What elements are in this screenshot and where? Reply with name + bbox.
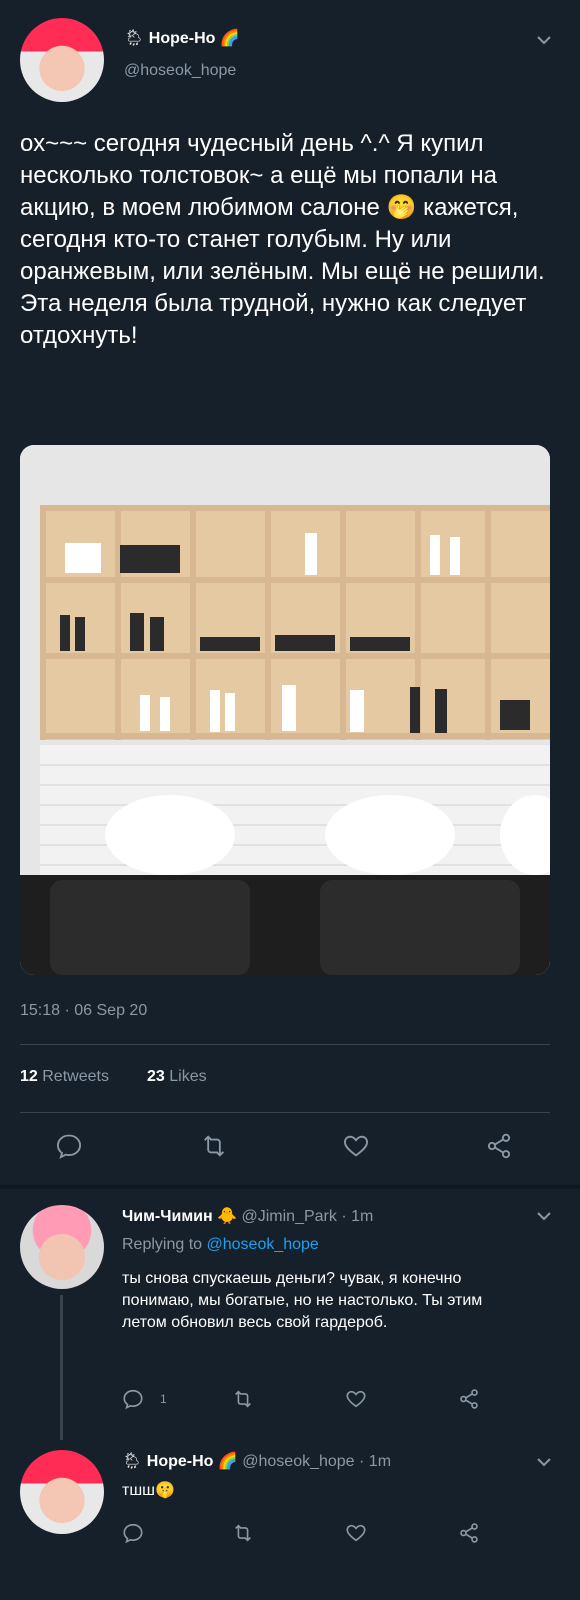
avatar[interactable] xyxy=(20,1205,104,1289)
likes-count: 23 xyxy=(147,1068,165,1085)
share-icon[interactable] xyxy=(458,1388,480,1410)
retweet-icon[interactable] xyxy=(232,1388,254,1410)
thread-line xyxy=(60,1295,63,1440)
reply-author[interactable]: 🌦 Hope-Ho 🌈 @hoseok_hope · 1m xyxy=(122,1451,391,1471)
reply-icon[interactable] xyxy=(55,1132,83,1160)
chick-emoji: 🐥 xyxy=(217,1208,238,1225)
rainbow-emoji: 🌈 xyxy=(219,30,240,47)
chevron-down-icon[interactable] xyxy=(534,1206,554,1226)
section-divider xyxy=(0,1185,580,1189)
avatar[interactable] xyxy=(20,18,104,102)
replying-handle-link[interactable]: @hoseok_hope xyxy=(207,1236,319,1253)
divider xyxy=(20,1044,550,1045)
share-icon[interactable] xyxy=(458,1522,480,1544)
reply-author[interactable]: Чим-Чимин 🐥 @Jimin_Park · 1m xyxy=(122,1206,373,1226)
chevron-down-icon[interactable] xyxy=(534,1452,554,1472)
divider xyxy=(20,1112,550,1113)
share-icon[interactable] xyxy=(485,1132,513,1160)
like-icon[interactable] xyxy=(342,1132,370,1160)
retweets-label: Retweets xyxy=(42,1068,109,1085)
likes-stat[interactable]: 23 Likes xyxy=(147,1068,207,1086)
tweet-photo[interactable] xyxy=(20,445,550,975)
author-name[interactable]: 🌦 Hope-Ho 🌈 xyxy=(124,28,240,48)
tweet-text: ох~~~ сегодня чудесный день ^.^ Я купил … xyxy=(20,130,545,349)
tweet-timestamp[interactable]: 15:18 · 06 Sep 20 xyxy=(20,1002,147,1020)
replying-to: Replying to @hoseok_hope xyxy=(122,1236,319,1253)
avatar[interactable] xyxy=(20,1450,104,1534)
like-icon[interactable] xyxy=(345,1388,367,1410)
rainbow-emoji: 🌈 xyxy=(217,1453,238,1470)
reply-count: 1 xyxy=(160,1392,167,1406)
weather-emoji: 🌦 xyxy=(122,1453,143,1470)
retweets-stat[interactable]: 12 Retweets xyxy=(20,1068,109,1086)
retweets-count: 12 xyxy=(20,1068,38,1085)
retweet-icon[interactable] xyxy=(200,1132,228,1160)
retweet-icon[interactable] xyxy=(232,1522,254,1544)
author-handle[interactable]: @hoseok_hope xyxy=(124,62,236,80)
weather-emoji: 🌦 xyxy=(124,30,145,47)
likes-label: Likes xyxy=(169,1068,207,1085)
reply-icon[interactable] xyxy=(122,1388,144,1410)
salon-photo-illustration xyxy=(20,445,550,975)
reply-text: ты снова спускаешь деньги? чувак, я коне… xyxy=(122,1270,483,1331)
reply-icon[interactable] xyxy=(122,1522,144,1544)
like-icon[interactable] xyxy=(345,1522,367,1544)
chevron-down-icon[interactable] xyxy=(534,30,554,50)
reply-text: тшш🤫 xyxy=(122,1482,175,1499)
